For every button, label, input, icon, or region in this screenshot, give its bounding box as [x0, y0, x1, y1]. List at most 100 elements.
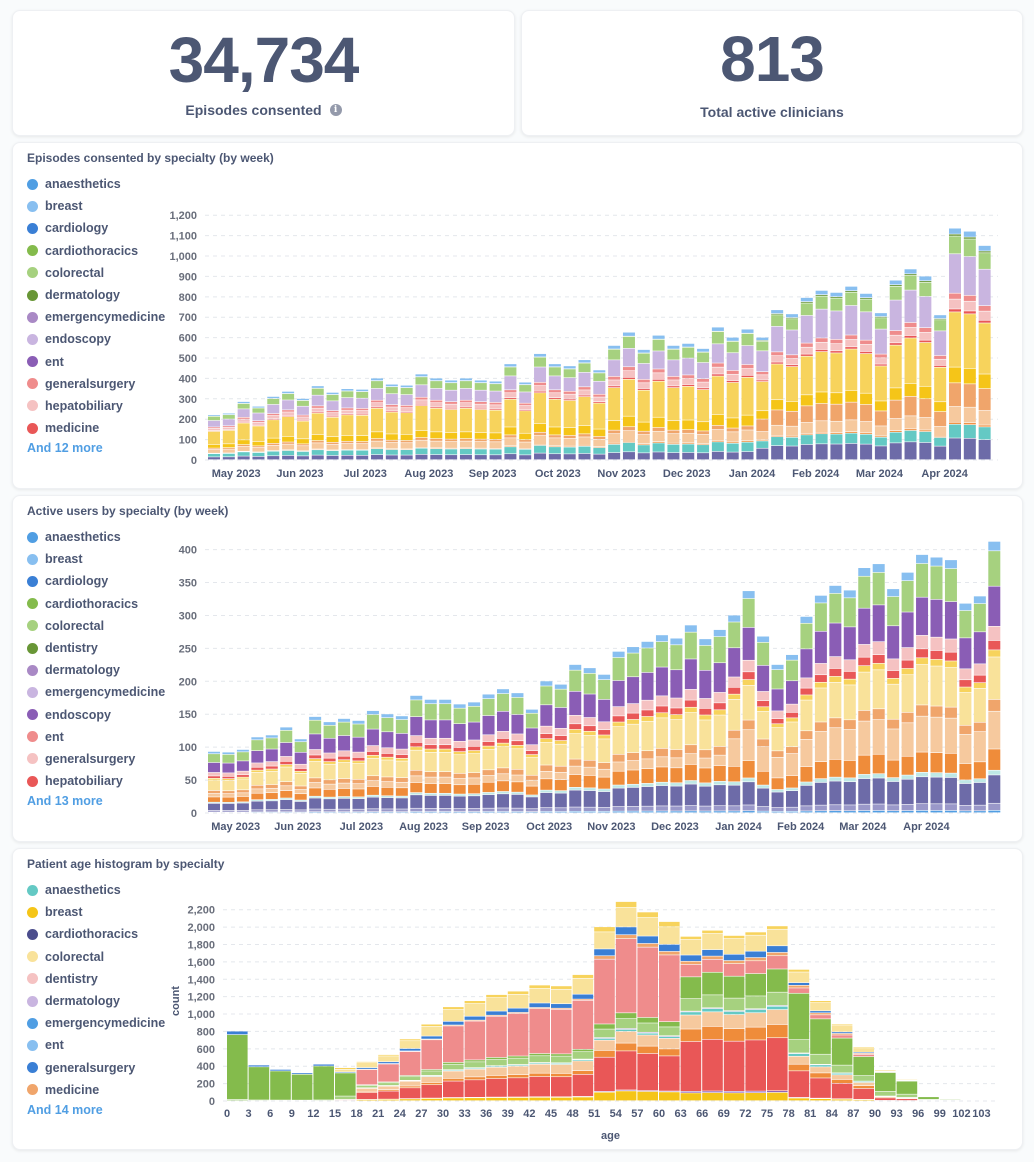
bar-segment[interactable]: [608, 360, 621, 377]
bar-segment[interactable]: [453, 708, 466, 724]
bar-segment[interactable]: [237, 444, 250, 447]
bar-segment[interactable]: [459, 441, 472, 448]
bar-segment[interactable]: [338, 718, 351, 722]
bar-segment[interactable]: [529, 1097, 550, 1101]
bar-segment[interactable]: [973, 664, 986, 675]
bar-segment[interactable]: [540, 705, 553, 726]
bar-segment[interactable]: [901, 810, 914, 813]
bar-segment[interactable]: [771, 807, 784, 812]
bar-segment[interactable]: [548, 454, 561, 460]
bar-segment[interactable]: [208, 810, 220, 812]
bar-segment[interactable]: [786, 807, 798, 812]
bar-segment[interactable]: [697, 378, 710, 382]
bar-segment[interactable]: [670, 708, 683, 715]
bar-segment[interactable]: [670, 719, 683, 750]
bar-segment[interactable]: [896, 1099, 918, 1101]
bar-segment[interactable]: [963, 301, 976, 311]
bar-segment[interactable]: [829, 593, 842, 623]
bar-segment[interactable]: [978, 245, 991, 251]
bar-segment[interactable]: [659, 955, 680, 1022]
bar-segment[interactable]: [615, 1051, 637, 1090]
bar-segment[interactable]: [814, 675, 827, 683]
bar-segment[interactable]: [474, 408, 487, 410]
bar-segment[interactable]: [963, 438, 976, 460]
bar-segment[interactable]: [237, 419, 250, 422]
bar-segment[interactable]: [385, 440, 398, 443]
bar-stack[interactable]: [294, 739, 307, 813]
bar-stack[interactable]: [222, 752, 235, 812]
bar-segment[interactable]: [421, 1071, 442, 1076]
bar-stack[interactable]: [489, 381, 502, 460]
bar-segment[interactable]: [916, 772, 929, 777]
bar-segment[interactable]: [608, 349, 621, 360]
bar-stack[interactable]: [622, 332, 635, 460]
bar-segment[interactable]: [385, 411, 398, 412]
bar-segment[interactable]: [208, 420, 220, 427]
bar-segment[interactable]: [988, 699, 1001, 711]
bar-segment[interactable]: [443, 1064, 464, 1070]
bar-stack[interactable]: [400, 385, 413, 460]
bar-segment[interactable]: [548, 390, 561, 393]
bar-segment[interactable]: [697, 382, 710, 388]
bar-segment[interactable]: [366, 729, 379, 746]
bar-segment[interactable]: [874, 316, 887, 318]
bar-segment[interactable]: [296, 400, 309, 406]
bar-segment[interactable]: [702, 1091, 723, 1093]
bar-segment[interactable]: [236, 779, 249, 790]
bar-segment[interactable]: [889, 430, 902, 432]
bar-segment[interactable]: [482, 698, 495, 716]
bar-segment[interactable]: [385, 412, 398, 434]
bar-segment[interactable]: [525, 795, 538, 797]
bar-segment[interactable]: [439, 783, 452, 793]
bar-segment[interactable]: [443, 1007, 464, 1010]
bar-segment[interactable]: [711, 363, 724, 367]
bar-segment[interactable]: [341, 397, 354, 408]
bar-segment[interactable]: [296, 451, 309, 456]
bar-segment[interactable]: [540, 726, 553, 734]
bar-segment[interactable]: [323, 761, 336, 764]
bar-segment[interactable]: [728, 687, 741, 694]
bar-segment[interactable]: [222, 803, 235, 811]
bar-segment[interactable]: [608, 434, 621, 443]
bar-segment[interactable]: [421, 1076, 442, 1083]
bar-segment[interactable]: [682, 358, 695, 375]
bar-segment[interactable]: [858, 644, 871, 657]
bar-segment[interactable]: [468, 702, 481, 706]
bar-segment[interactable]: [963, 231, 976, 237]
bar-segment[interactable]: [757, 771, 770, 785]
bar-segment[interactable]: [843, 760, 856, 778]
bar-segment[interactable]: [904, 269, 917, 274]
bar-segment[interactable]: [814, 782, 827, 805]
bar-segment[interactable]: [529, 988, 550, 1003]
bar-segment[interactable]: [659, 1038, 680, 1049]
bar-stack[interactable]: [381, 714, 394, 813]
bar-segment[interactable]: [934, 367, 947, 402]
bar-segment[interactable]: [944, 773, 957, 778]
bar-stack[interactable]: [756, 337, 769, 460]
bar-segment[interactable]: [563, 435, 576, 439]
bar-segment[interactable]: [251, 772, 264, 785]
bar-segment[interactable]: [830, 339, 843, 344]
bar-segment[interactable]: [874, 426, 887, 436]
bar-segment[interactable]: [525, 775, 538, 780]
bar-segment[interactable]: [741, 364, 754, 369]
bar-segment[interactable]: [978, 427, 991, 440]
bar-segment[interactable]: [208, 790, 220, 794]
bar-segment[interactable]: [627, 677, 640, 704]
bar-segment[interactable]: [519, 403, 532, 406]
bar-segment[interactable]: [453, 794, 466, 796]
bar-segment[interactable]: [988, 626, 1001, 641]
bar-segment[interactable]: [916, 597, 929, 636]
bar-segment[interactable]: [726, 432, 739, 442]
bar-segment[interactable]: [529, 1053, 550, 1056]
bar-segment[interactable]: [930, 637, 943, 651]
bar-stack[interactable]: [282, 391, 295, 460]
bar-segment[interactable]: [659, 1049, 680, 1056]
bar-segment[interactable]: [424, 720, 437, 738]
bar-segment[interactable]: [252, 422, 265, 425]
bar-segment[interactable]: [682, 343, 695, 347]
bar-segment[interactable]: [815, 403, 828, 421]
bar-segment[interactable]: [978, 269, 991, 306]
bar-segment[interactable]: [652, 339, 665, 351]
bar-segment[interactable]: [504, 454, 517, 460]
